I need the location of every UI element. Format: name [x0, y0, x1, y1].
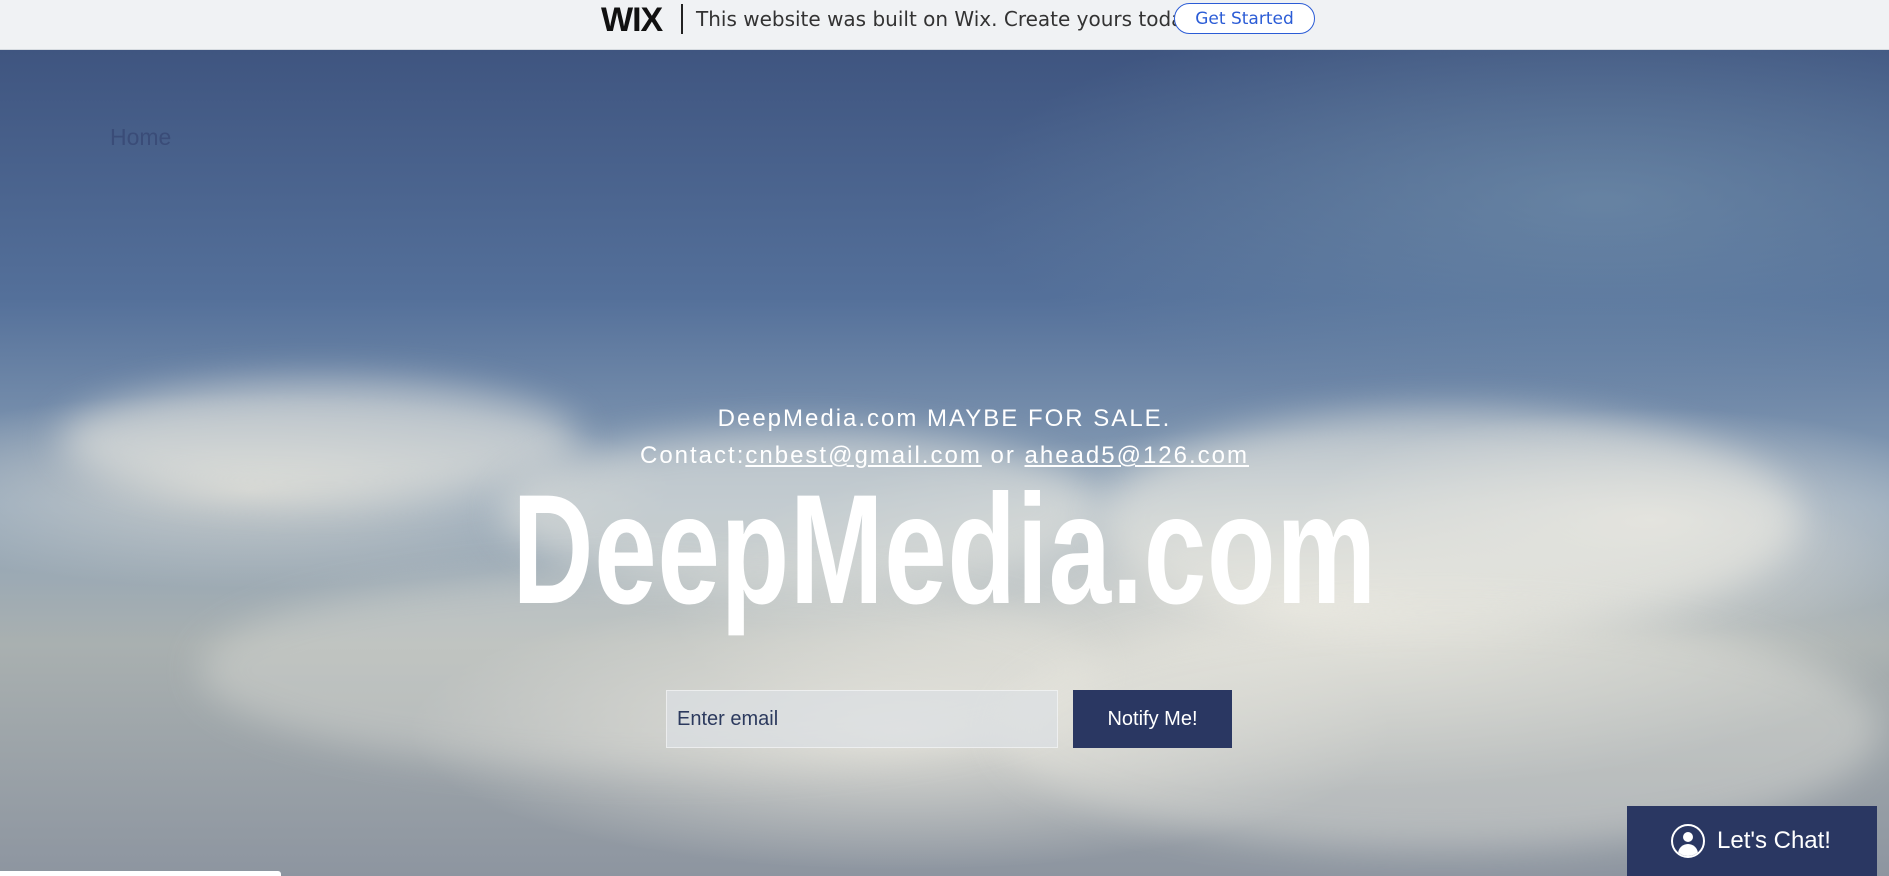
chat-label: Let's Chat!: [1717, 827, 1831, 854]
user-icon: [1671, 824, 1705, 858]
notify-me-button[interactable]: Notify Me!: [1073, 690, 1232, 748]
site-title: DeepMedia.com: [512, 463, 1377, 637]
nav-item-home[interactable]: Home: [110, 124, 171, 151]
wix-banner: WIX This website was built on Wix. Creat…: [0, 0, 1889, 50]
banner-divider: [681, 4, 683, 34]
email-input[interactable]: [666, 690, 1058, 748]
wix-logo[interactable]: WIX: [601, 1, 663, 40]
chat-widget-button[interactable]: Let's Chat!: [1627, 806, 1877, 876]
sale-notice: DeepMedia.com MAYBE FOR SALE.: [717, 405, 1172, 432]
bottom-tab-edge: [0, 871, 281, 876]
get-started-button[interactable]: Get Started: [1174, 3, 1315, 34]
wix-banner-message: This website was built on Wix. Create yo…: [696, 7, 1199, 31]
